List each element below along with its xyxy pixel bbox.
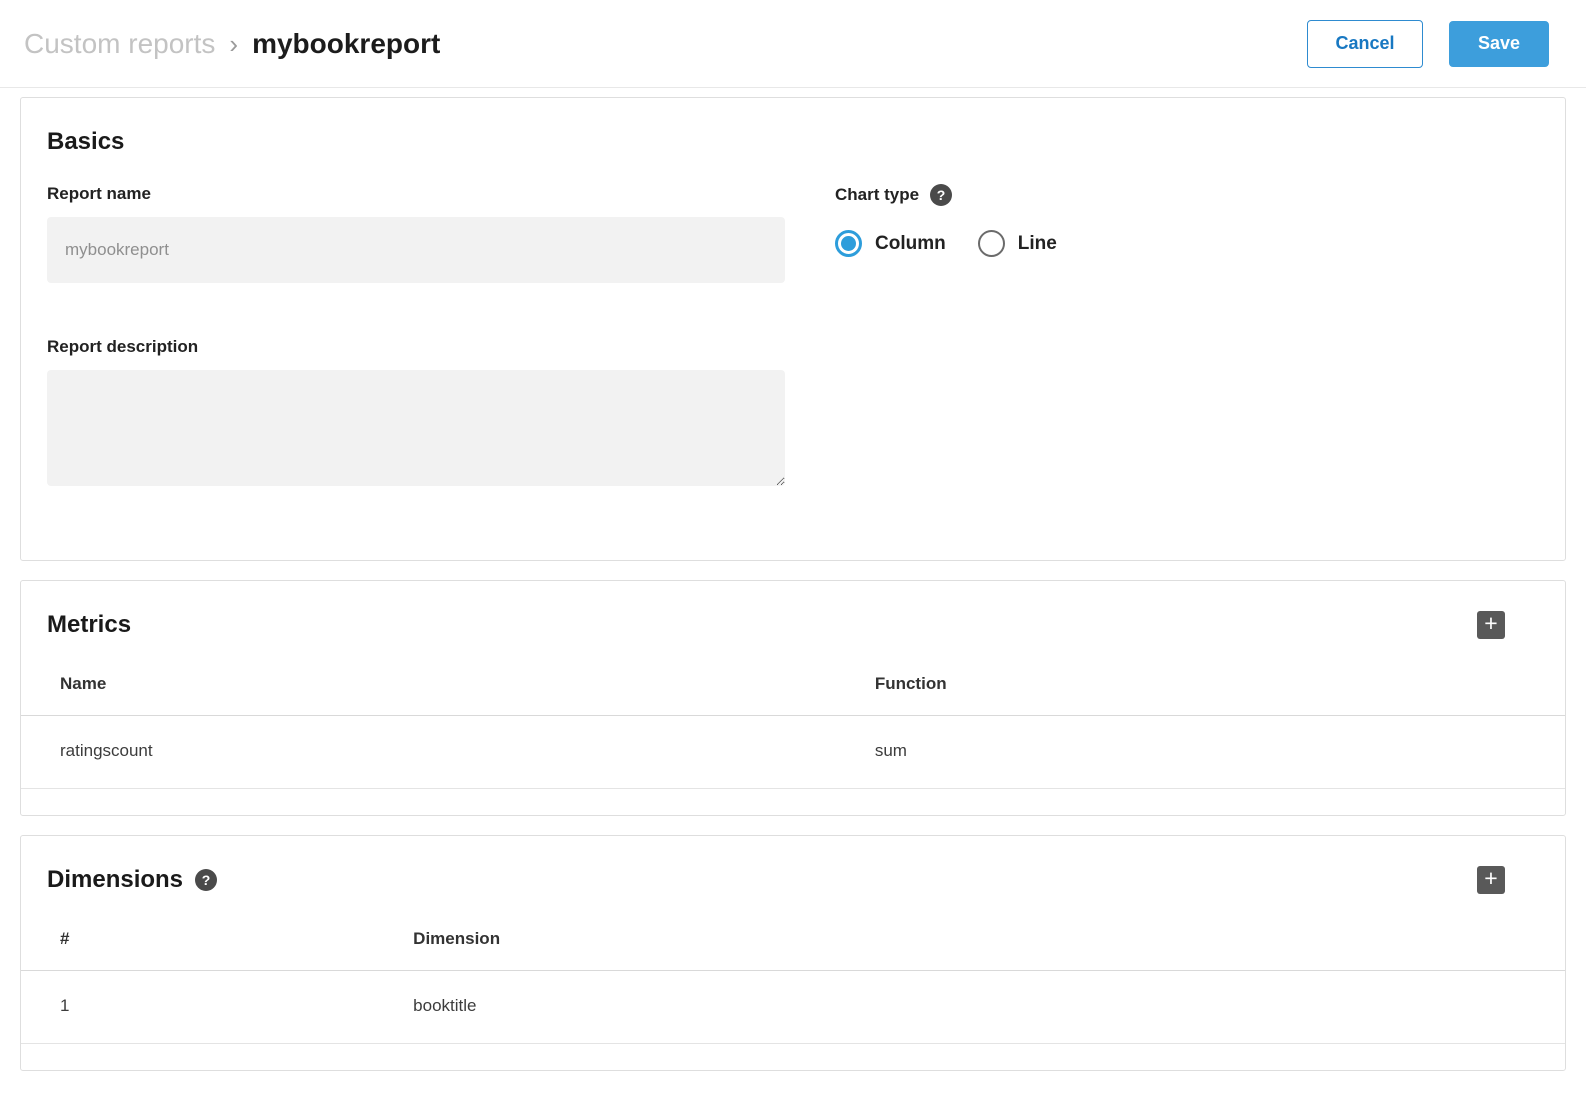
help-icon[interactable]: ? xyxy=(930,184,952,206)
chart-type-options: Column Line xyxy=(835,230,1057,257)
basics-card: Basics Report name Report description Ch… xyxy=(20,97,1566,561)
report-description-label: Report description xyxy=(47,337,785,357)
basics-title: Basics xyxy=(47,128,1537,156)
dimension-index-cell: 1 xyxy=(21,971,413,1044)
save-button[interactable]: Save xyxy=(1449,21,1549,67)
metric-function-cell: sum xyxy=(875,716,1565,789)
dimensions-column-header-dimension: Dimension xyxy=(413,906,1565,971)
dimension-name-cell: booktitle xyxy=(413,971,1565,1044)
chart-type-column: Chart type ? Column Line xyxy=(835,184,1057,486)
metrics-title-wrap: Metrics xyxy=(47,611,131,639)
chart-type-line-label: Line xyxy=(1018,233,1057,255)
header-actions: Cancel Save xyxy=(1307,20,1549,68)
chart-type-label: Chart type xyxy=(835,185,919,205)
metric-row[interactable]: ratingscount sum xyxy=(21,716,1565,789)
dimensions-column-header-index: # xyxy=(21,906,413,971)
dimensions-title-wrap: Dimensions ? xyxy=(47,866,217,894)
metrics-column-header-function: Function xyxy=(875,651,1565,716)
chart-type-line-radio[interactable]: Line xyxy=(978,230,1057,257)
chart-type-column-radio[interactable]: Column xyxy=(835,230,946,257)
header: Custom reports › mybookreport Cancel Sav… xyxy=(0,0,1586,88)
metrics-table: Name Function ratingscount sum xyxy=(21,651,1565,789)
chart-type-label-row: Chart type ? xyxy=(835,184,1057,206)
help-icon[interactable]: ? xyxy=(195,869,217,891)
report-name-input[interactable] xyxy=(47,217,785,283)
main-content: Basics Report name Report description Ch… xyxy=(0,88,1586,1116)
report-description-block: Report description xyxy=(47,337,785,486)
dimensions-header-row: # Dimension xyxy=(21,906,1565,971)
dimensions-card: Dimensions ? + # Dimension 1 booktitle xyxy=(20,835,1566,1071)
dimensions-title: Dimensions xyxy=(47,866,183,894)
dimension-row[interactable]: 1 booktitle xyxy=(21,971,1565,1044)
metric-name-cell: ratingscount xyxy=(21,716,875,789)
chart-type-column-label: Column xyxy=(875,233,946,255)
metrics-header-row: Name Function xyxy=(21,651,1565,716)
add-metric-button[interactable]: + xyxy=(1477,611,1505,639)
basics-grid: Report name Report description Chart typ… xyxy=(47,184,1537,486)
chevron-right-icon: › xyxy=(229,27,238,60)
metrics-card-head: Metrics + xyxy=(21,581,1565,639)
metrics-column-header-name: Name xyxy=(21,651,875,716)
metrics-title: Metrics xyxy=(47,611,131,639)
report-name-label: Report name xyxy=(47,184,785,204)
add-dimension-button[interactable]: + xyxy=(1477,866,1505,894)
dimensions-table: # Dimension 1 booktitle xyxy=(21,906,1565,1044)
radio-selected-icon xyxy=(835,230,862,257)
breadcrumb-report-name: mybookreport xyxy=(252,28,440,60)
dimensions-card-head: Dimensions ? + xyxy=(21,836,1565,894)
plus-icon: + xyxy=(1484,867,1497,890)
radio-unselected-icon xyxy=(978,230,1005,257)
breadcrumb-custom-reports[interactable]: Custom reports xyxy=(24,28,215,60)
basics-form-column: Report name Report description xyxy=(47,184,785,486)
plus-icon: + xyxy=(1484,612,1497,635)
report-description-input[interactable] xyxy=(47,370,785,486)
metrics-card: Metrics + Name Function ratingscount sum xyxy=(20,580,1566,816)
cancel-button[interactable]: Cancel xyxy=(1307,20,1423,68)
breadcrumb: Custom reports › mybookreport xyxy=(24,27,440,60)
